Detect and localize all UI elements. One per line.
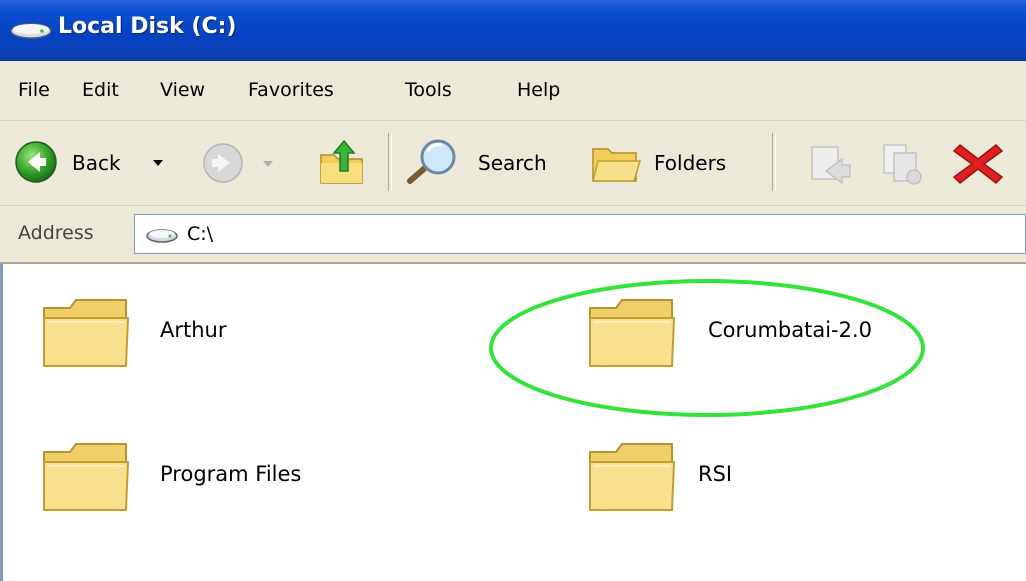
menu-help[interactable]: Help: [517, 79, 560, 101]
toolbar: Back Search Folders: [0, 121, 1026, 206]
folders-button[interactable]: Folders: [590, 133, 758, 193]
folder-item-rsi[interactable]: RSI: [586, 432, 1006, 552]
address-label: Address: [18, 222, 94, 244]
menu-favorites[interactable]: Favorites: [248, 79, 334, 101]
title-bar[interactable]: Local Disk (C:): [0, 0, 1026, 61]
folder-label: RSI: [698, 462, 733, 486]
delete-icon: [952, 144, 1004, 184]
address-input[interactable]: C:\: [134, 214, 1026, 254]
toolbar-separator: [388, 133, 392, 191]
move-to-icon: [811, 146, 851, 185]
copy-to-icon: [883, 144, 922, 185]
menu-edit[interactable]: Edit: [82, 79, 119, 101]
menu-tools[interactable]: Tools: [405, 79, 452, 101]
menu-view[interactable]: View: [160, 79, 205, 101]
search-icon: [407, 139, 456, 184]
folders-label: Folders: [654, 151, 727, 175]
folders-icon: [592, 148, 642, 182]
menu-file[interactable]: File: [18, 79, 50, 101]
back-button[interactable]: Back: [14, 133, 184, 193]
folder-label: Arthur: [160, 318, 227, 342]
search-button[interactable]: Search: [402, 133, 570, 193]
drive-icon: [146, 229, 178, 243]
up-folder-icon: [320, 139, 363, 184]
toolbar-separator: [772, 133, 776, 191]
address-bar: Address C:\: [0, 206, 1026, 264]
folder-label: Program Files: [160, 462, 302, 486]
folder-icon: [43, 299, 130, 367]
forward-arrow-icon: [203, 143, 243, 183]
folder-icon: [589, 443, 676, 511]
move-to-button[interactable]: [806, 133, 856, 193]
up-folder-button[interactable]: [318, 133, 368, 193]
delete-button[interactable]: [952, 133, 1012, 193]
back-label: Back: [72, 151, 121, 175]
copy-to-button[interactable]: [880, 133, 930, 193]
address-value: C:\: [187, 223, 214, 245]
folder-icon: [43, 443, 130, 511]
window-title: Local Disk (C:): [58, 14, 237, 39]
forward-dropdown-icon[interactable]: [262, 160, 274, 168]
forward-button[interactable]: [202, 133, 292, 193]
back-arrow-icon: [15, 141, 57, 183]
folder-item-program-files[interactable]: Program Files: [40, 432, 460, 552]
search-label: Search: [478, 151, 547, 175]
highlight-ellipse: [489, 279, 925, 417]
back-dropdown-icon[interactable]: [152, 158, 164, 168]
drive-icon: [10, 23, 52, 39]
menu-bar: File Edit View Favorites Tools Help: [0, 61, 1026, 121]
explorer-window: Local Disk (C:) File Edit View Favorites…: [0, 0, 1026, 581]
folder-item-arthur[interactable]: Arthur: [40, 288, 460, 408]
